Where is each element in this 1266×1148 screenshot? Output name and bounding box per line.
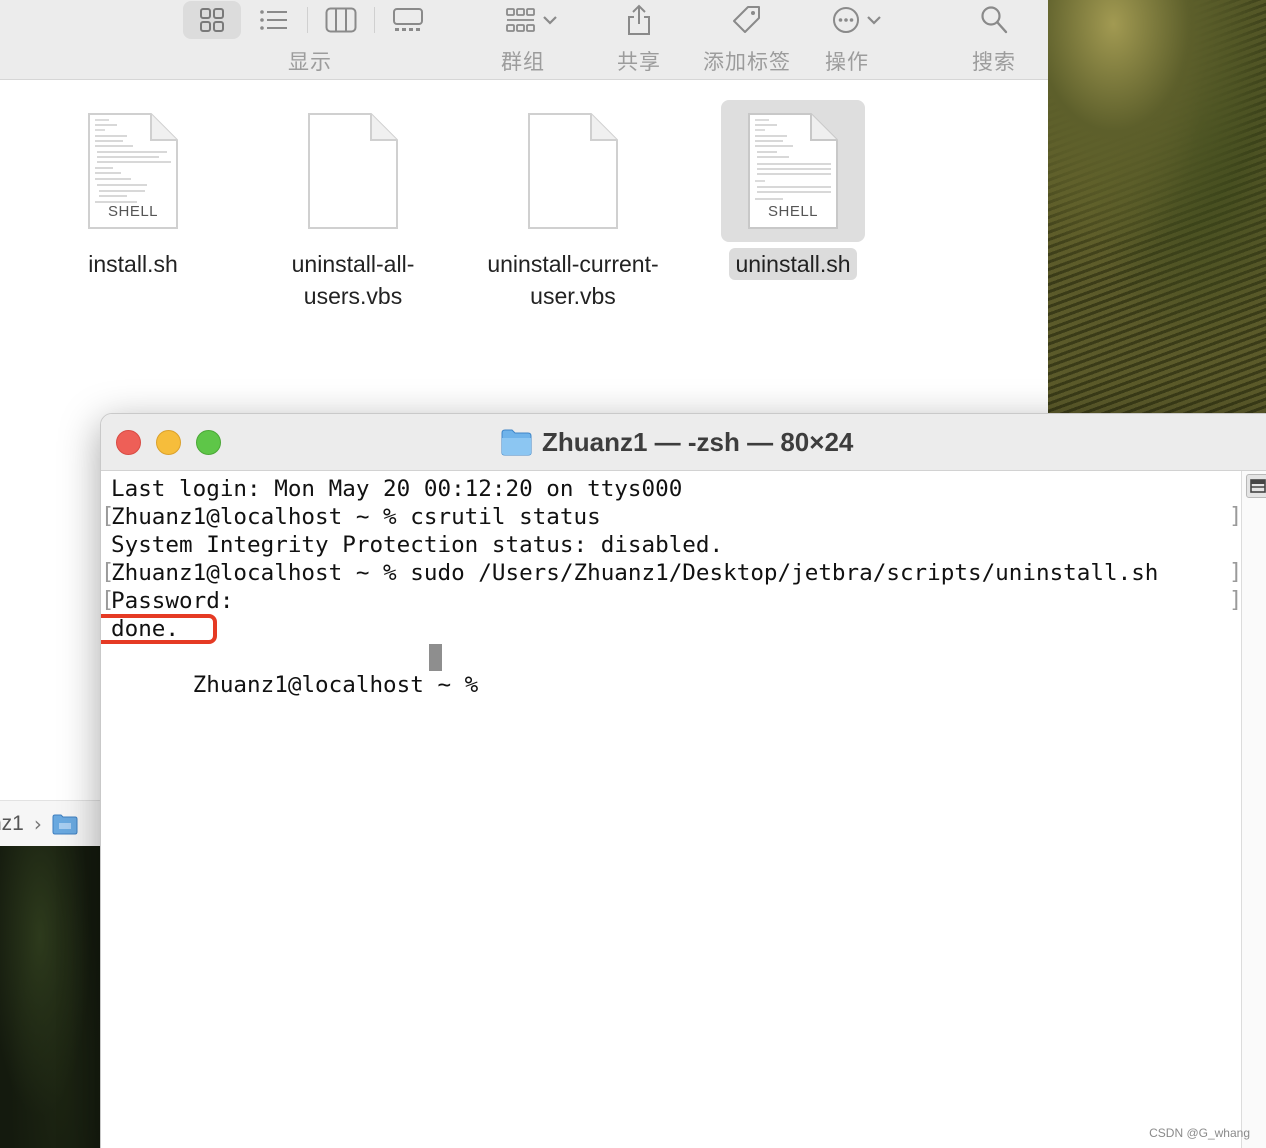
grid-icon bbox=[200, 8, 224, 32]
split-pane-button[interactable] bbox=[1246, 474, 1266, 498]
folder-icon bbox=[52, 814, 78, 834]
chevron-down-icon bbox=[865, 11, 883, 29]
terminal-line: Last login: Mon May 20 00:12:20 on ttys0… bbox=[111, 476, 683, 502]
file-name-line1: uninstall.sh bbox=[735, 251, 851, 277]
terminal-title: Zhuanz1 — -zsh — 80×24 bbox=[542, 426, 854, 457]
file-icon-container bbox=[281, 100, 425, 242]
terminal-scrollbar[interactable] bbox=[1241, 471, 1266, 1148]
view-label: 显示 bbox=[288, 50, 332, 74]
group-by-control[interactable]: 群组 bbox=[501, 0, 559, 76]
add-tag-label: 添加标签 bbox=[703, 50, 791, 74]
file-uninstall-all-users-vbs[interactable]: uninstall-all- users.vbs bbox=[271, 100, 435, 312]
file-uninstall-sh[interactable]: SHELL uninstall.sh bbox=[721, 100, 865, 280]
close-button[interactable] bbox=[116, 430, 141, 455]
text-cursor bbox=[429, 644, 442, 671]
share-icon bbox=[628, 4, 650, 35]
shell-script-icon: SHELL bbox=[87, 112, 179, 230]
file-name: uninstall-current- user.vbs bbox=[481, 248, 664, 312]
finder-toolbar: 显示 群组 共享 添加标签 操作 搜索 bbox=[0, 0, 1048, 80]
path-segment[interactable]: nz1 bbox=[0, 812, 24, 836]
list-view-button[interactable] bbox=[245, 1, 303, 39]
column-view-button[interactable] bbox=[312, 1, 370, 39]
file-uninstall-current-user-vbs[interactable]: uninstall-current- user.vbs bbox=[463, 100, 683, 312]
gallery-icon bbox=[393, 8, 423, 31]
search-button[interactable]: 搜索 bbox=[972, 0, 1016, 76]
view-group: 显示 bbox=[183, 0, 437, 76]
terminal-output[interactable]: Last login: Mon May 20 00:12:20 on ttys0… bbox=[101, 471, 1242, 1148]
file-name-line1: uninstall-current- bbox=[487, 251, 659, 277]
file-name-line1: uninstall-all- bbox=[291, 251, 415, 277]
ellipsis-circle-icon bbox=[833, 7, 859, 33]
path-separator: › bbox=[33, 811, 42, 836]
chevron-down-icon bbox=[541, 11, 559, 29]
action-menu-button[interactable]: 操作 bbox=[825, 0, 883, 76]
list-icon bbox=[260, 10, 287, 30]
file-name: uninstall.sh bbox=[729, 248, 857, 280]
shell-script-icon: SHELL bbox=[747, 112, 839, 230]
add-tag-button[interactable]: 添加标签 bbox=[703, 0, 791, 76]
file-name-line1: install.sh bbox=[88, 251, 178, 277]
file-name: uninstall-all- users.vbs bbox=[286, 248, 421, 312]
terminal-window: Zhuanz1 — -zsh — 80×24 Last login: Mon M… bbox=[100, 413, 1266, 1148]
watermark: CSDN @G_whang bbox=[1149, 1126, 1250, 1140]
group-icon bbox=[506, 8, 535, 32]
file-kind-label: SHELL bbox=[107, 203, 159, 220]
terminal-title-group: Zhuanz1 — -zsh — 80×24 bbox=[501, 424, 853, 460]
file-name: install.sh bbox=[82, 248, 183, 280]
file-install-sh[interactable]: SHELL install.sh bbox=[61, 100, 205, 280]
file-name-line2: user.vbs bbox=[530, 283, 616, 309]
file-kind-label: SHELL bbox=[767, 203, 819, 220]
file-icon-container: SHELL bbox=[61, 100, 205, 242]
terminal-prompt-line: Zhuanz1@localhost ~ % bbox=[111, 643, 511, 698]
minimize-button[interactable] bbox=[156, 430, 181, 455]
terminal-line: Zhuanz1@localhost ~ % sudo /Users/Zhuanz… bbox=[111, 560, 1159, 586]
desktop-wallpaper bbox=[1048, 0, 1266, 420]
file-name-line2: users.vbs bbox=[303, 283, 403, 309]
columns-icon bbox=[325, 7, 357, 33]
group-label: 群组 bbox=[501, 50, 545, 74]
blank-document-icon bbox=[307, 112, 399, 230]
zoom-button[interactable] bbox=[196, 430, 221, 455]
folder-icon bbox=[501, 429, 532, 455]
share-button[interactable]: 共享 bbox=[617, 0, 661, 76]
share-label: 共享 bbox=[617, 50, 661, 74]
toolbar-divider bbox=[307, 7, 308, 33]
terminal-line: System Integrity Protection status: disa… bbox=[111, 532, 724, 558]
gallery-view-button[interactable] bbox=[379, 1, 437, 39]
search-icon bbox=[981, 6, 1008, 34]
toolbar-divider bbox=[374, 7, 375, 33]
terminal-titlebar[interactable]: Zhuanz1 — -zsh — 80×24 bbox=[101, 414, 1266, 471]
file-icon-container: SHELL bbox=[721, 100, 865, 242]
blank-document-icon bbox=[527, 112, 619, 230]
annotation-highlight-box bbox=[101, 614, 217, 644]
file-icon-container bbox=[501, 100, 645, 242]
terminal-line: Password: bbox=[111, 588, 234, 614]
action-label: 操作 bbox=[825, 50, 869, 74]
terminal-prompt: Zhuanz1@localhost ~ % bbox=[192, 672, 492, 698]
icon-view-button[interactable] bbox=[183, 1, 241, 39]
search-label: 搜索 bbox=[972, 50, 1016, 74]
terminal-line: Zhuanz1@localhost ~ % csrutil status bbox=[111, 504, 601, 530]
tag-icon bbox=[733, 6, 760, 33]
desktop-wallpaper-bottom bbox=[0, 846, 100, 1148]
split-pane-icon bbox=[1250, 479, 1266, 493]
